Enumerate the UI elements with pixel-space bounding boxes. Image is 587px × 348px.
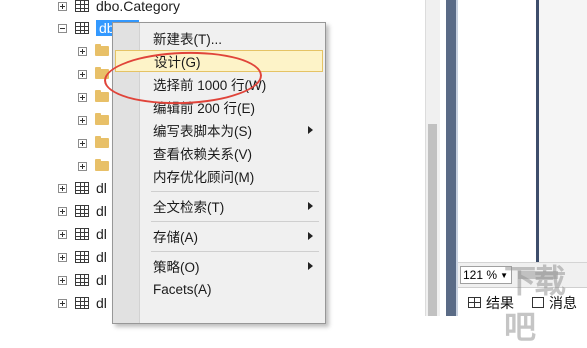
table-icon — [75, 274, 89, 286]
folder-icon — [95, 44, 109, 56]
menu-item-label: 编写表脚本为(S) — [153, 124, 252, 139]
menu-separator — [151, 221, 319, 222]
menu-item-label: Facets(A) — [153, 281, 212, 297]
expand-icon[interactable] — [58, 275, 67, 285]
expand-icon[interactable] — [58, 206, 67, 216]
tree-node[interactable] — [78, 155, 116, 177]
menu-item[interactable]: 策略(O) — [115, 255, 323, 277]
tree-node-label: dl — [96, 295, 107, 311]
zoom-value: 121 % — [463, 268, 498, 282]
expand-icon[interactable] — [58, 1, 67, 11]
tree-node-label: dl — [96, 180, 107, 196]
expand-icon[interactable] — [78, 69, 87, 79]
scrollbar-thumb[interactable] — [428, 124, 437, 316]
submenu-arrow-icon — [308, 202, 313, 210]
table-icon — [75, 22, 89, 34]
grid-icon — [468, 297, 481, 308]
table-icon — [75, 251, 89, 263]
tree-node-label: dl — [96, 272, 107, 288]
menu-item[interactable]: 新建表(T)... — [115, 27, 323, 49]
menu-item[interactable]: 存储(A) — [115, 225, 323, 247]
folder-icon — [95, 159, 109, 171]
expand-icon[interactable] — [78, 46, 87, 56]
tree-node[interactable]: dl — [58, 269, 107, 291]
tree-node[interactable]: dl — [58, 246, 107, 268]
folder-icon — [95, 90, 109, 102]
tree-node-label: dl — [96, 203, 107, 219]
panel-splitter[interactable] — [446, 0, 456, 316]
submenu-arrow-icon — [308, 126, 313, 134]
expand-icon[interactable] — [78, 92, 87, 102]
expand-icon[interactable] — [58, 252, 67, 262]
expand-icon[interactable] — [58, 183, 67, 193]
tree-node[interactable]: dl — [58, 177, 107, 199]
menu-item-label: 存储(A) — [153, 230, 198, 245]
table-icon — [75, 297, 89, 309]
menu-item-label: 策略(O) — [153, 260, 200, 275]
menu-item[interactable]: 查看依赖关系(V) — [115, 142, 323, 164]
expand-icon[interactable] — [78, 115, 87, 125]
menu-item-label: 内存优化顾问(M) — [153, 170, 255, 185]
menu-item[interactable]: 全文检索(T) — [115, 195, 323, 217]
tree-node[interactable] — [78, 109, 116, 131]
tree-node[interactable] — [78, 40, 116, 62]
tree-node[interactable] — [78, 132, 116, 154]
menu-item[interactable]: 内存优化顾问(M) — [115, 165, 323, 187]
table-icon — [75, 0, 89, 12]
editor-side-pane — [539, 0, 587, 262]
tree-node[interactable]: dl — [58, 200, 107, 222]
folder-icon — [95, 113, 109, 125]
tree-node-label: dl — [96, 226, 107, 242]
folder-icon — [95, 136, 109, 148]
menu-separator — [151, 191, 319, 192]
tree-node[interactable]: dbo.Category — [58, 0, 180, 17]
expand-icon[interactable] — [58, 298, 67, 308]
expand-icon[interactable] — [78, 161, 87, 171]
tree-node[interactable]: dl — [58, 223, 107, 245]
table-icon — [75, 205, 89, 217]
submenu-arrow-icon — [308, 262, 313, 270]
menu-separator — [151, 251, 319, 252]
expand-icon[interactable] — [78, 138, 87, 148]
table-icon — [75, 228, 89, 240]
expand-icon[interactable] — [58, 229, 67, 239]
tree-node-label: dbo.Category — [96, 0, 181, 14]
tree-vertical-scrollbar[interactable] — [425, 0, 440, 316]
menu-item[interactable]: Facets(A) — [115, 278, 323, 300]
collapse-icon[interactable] — [58, 23, 67, 33]
tree-node[interactable]: dl — [58, 292, 107, 314]
menu-item-label: 查看依赖关系(V) — [153, 147, 252, 162]
watermark-logo: 下载吧 — [504, 263, 566, 345]
menu-item[interactable]: 编写表脚本为(S) — [115, 119, 323, 141]
menu-item-label: 全文检索(T) — [153, 200, 225, 215]
submenu-arrow-icon — [308, 232, 313, 240]
menu-item-label: 新建表(T)... — [153, 32, 222, 47]
table-icon — [75, 182, 89, 194]
tree-node-label: dl — [96, 249, 107, 265]
